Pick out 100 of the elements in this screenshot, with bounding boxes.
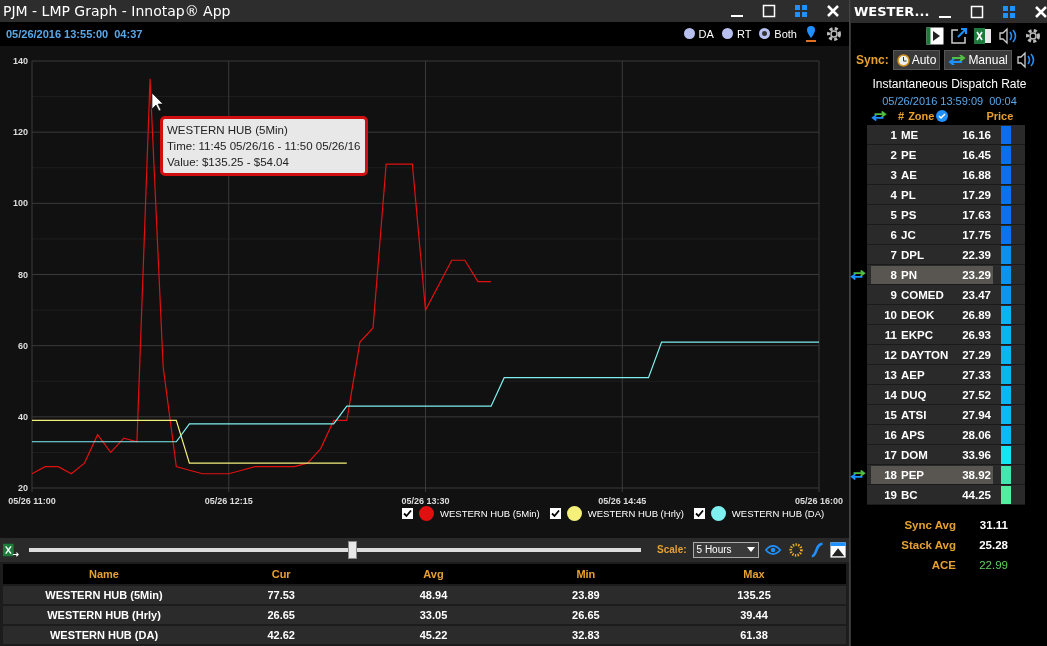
zone-name: ME xyxy=(901,128,920,141)
zone-price: 38.92 xyxy=(961,468,991,481)
y-tick-label: 60 xyxy=(18,340,28,351)
zone-number: 15 xyxy=(883,408,897,421)
x-tick-label: 05/26 14:45 xyxy=(598,495,647,506)
zone-price: 22.39 xyxy=(961,248,991,261)
zone-price: 16.16 xyxy=(961,128,991,141)
zone-row[interactable]: 3 AE 16.88 xyxy=(871,165,993,184)
settings-icon[interactable] xyxy=(825,24,843,43)
check-icon xyxy=(402,507,413,519)
zone-price: 27.29 xyxy=(961,348,991,361)
zone-name: DEOK xyxy=(901,308,936,321)
table-cell: 48.94 xyxy=(357,586,510,604)
column-header: Name xyxy=(3,564,205,584)
zone-row[interactable]: 14 DUQ 27.52 xyxy=(871,385,993,404)
zone-row[interactable]: 19 BC 44.25 xyxy=(871,485,993,504)
curve-icon[interactable] xyxy=(809,540,824,559)
zone-row[interactable]: 15 ATSI 27.94 xyxy=(871,405,993,424)
series-checkbox[interactable] xyxy=(549,507,561,519)
zone-row[interactable]: 11 EKPC 26.93 xyxy=(871,325,993,344)
zone-number: 6 xyxy=(889,228,897,241)
window-title: WESTER... xyxy=(854,4,930,19)
table-cell: WESTERN HUB (Hrly) xyxy=(3,606,205,624)
scale-dropdown[interactable]: 5 Hours xyxy=(692,541,760,558)
x-tick-label: 05/26 12:15 xyxy=(204,495,253,506)
zone-number: 17 xyxy=(883,448,897,461)
series-checkbox[interactable] xyxy=(693,507,705,519)
check-circle-icon xyxy=(936,110,949,122)
sun-icon[interactable] xyxy=(787,540,804,559)
table-cell: 45.22 xyxy=(357,626,510,644)
zone-row[interactable]: 8 PN 23.29 xyxy=(871,265,993,284)
zone-row[interactable]: 6 JC 17.75 xyxy=(871,225,993,244)
table-cell: 26.65 xyxy=(205,606,358,624)
zone-row[interactable]: 7 DPL 22.39 xyxy=(871,245,993,264)
zone-name: PE xyxy=(901,148,918,161)
play-icon[interactable] xyxy=(926,26,944,45)
sync-button[interactable]: Auto xyxy=(892,50,941,70)
legend-label: WESTERN HUB (DA) xyxy=(731,507,825,519)
external-link-icon[interactable] xyxy=(950,26,968,45)
y-tick-label: 100 xyxy=(12,197,28,208)
close-icon xyxy=(1034,4,1047,19)
slider-thumb[interactable] xyxy=(348,540,358,559)
zone-price: 33.96 xyxy=(961,448,991,461)
clock-icon xyxy=(896,53,910,67)
sync-label: Sync: xyxy=(856,53,889,67)
zone-row[interactable]: 5 PS 17.63 xyxy=(871,205,993,224)
zone-name: PS xyxy=(901,208,918,221)
minimize-icon xyxy=(939,15,952,18)
sync-button[interactable]: Manual xyxy=(944,50,1012,70)
excel-icon[interactable] xyxy=(974,26,992,45)
y-tick-label: 120 xyxy=(12,126,28,137)
x-tick-label: 05/26 11:00 xyxy=(8,495,56,506)
mode-radio[interactable]: DA xyxy=(683,27,714,40)
zone-row[interactable]: 18 PEP 38.92 xyxy=(871,465,993,484)
zone-row[interactable]: 9 COMED 23.47 xyxy=(871,285,993,304)
zone-name: PL xyxy=(901,188,917,201)
speaker-icon[interactable] xyxy=(1015,51,1036,69)
column-header: Max xyxy=(662,564,846,584)
zone-name: PN xyxy=(901,268,918,281)
zone-price: 27.33 xyxy=(961,368,991,381)
zone-row[interactable]: 2 PE 16.45 xyxy=(871,145,993,164)
zone-name: EKPC xyxy=(901,328,934,341)
zone-name: DPL xyxy=(901,248,925,261)
zone-number: 9 xyxy=(889,288,897,301)
zone-row[interactable]: 17 DOM 33.96 xyxy=(871,445,993,464)
table-cell: 32.83 xyxy=(509,626,663,644)
mode-radio[interactable]: RT xyxy=(721,27,752,40)
zone-price: 16.88 xyxy=(961,168,991,181)
zone-row[interactable]: 16 APS 28.06 xyxy=(871,425,993,444)
check-icon xyxy=(693,507,705,519)
legend-label: WESTERN HUB (5Min) xyxy=(440,507,540,519)
mode-radio[interactable]: Both xyxy=(759,27,797,40)
zone-number: 2 xyxy=(889,148,897,161)
table-cell: 61.38 xyxy=(662,626,846,644)
zone-row[interactable]: 4 PL 17.29 xyxy=(871,185,993,204)
summary-value: 22.99 xyxy=(978,559,1008,571)
settings-icon[interactable] xyxy=(1024,26,1042,45)
close-icon xyxy=(826,4,840,18)
zone-row[interactable]: 13 AEP 27.33 xyxy=(871,365,993,384)
zone-price: 23.47 xyxy=(961,288,991,301)
series-checkbox[interactable] xyxy=(402,507,413,519)
area-chart-icon[interactable] xyxy=(829,540,846,559)
zone-row[interactable]: 12 DAYTON 27.29 xyxy=(871,345,993,364)
zone-name: AE xyxy=(901,168,918,181)
zone-row[interactable]: 1 ME 16.16 xyxy=(871,125,993,144)
timestamp: 05/26/2016 13:55:00 04:37 xyxy=(6,27,143,40)
check-icon xyxy=(549,507,561,519)
speaker-icon[interactable] xyxy=(998,26,1018,45)
tooltip: WESTERN HUB (5Min) Time: 11:45 05/26/16 - 11:50 05/26/16 Value: $135.25 - $54.04 xyxy=(160,115,368,176)
sync-arrows-icon xyxy=(948,55,967,65)
grid-icon xyxy=(794,4,808,18)
column-header[interactable]: Zone xyxy=(908,110,935,122)
zone-name: DUQ xyxy=(901,388,928,401)
table-cell: 42.62 xyxy=(205,626,358,644)
zone-number: 18 xyxy=(883,468,897,481)
pin-icon[interactable] xyxy=(805,24,817,43)
eye-icon[interactable] xyxy=(765,543,782,556)
zone-price: 16.45 xyxy=(961,148,991,161)
zone-row[interactable]: 10 DEOK 26.89 xyxy=(871,305,993,324)
grid-icon xyxy=(1002,4,1017,19)
